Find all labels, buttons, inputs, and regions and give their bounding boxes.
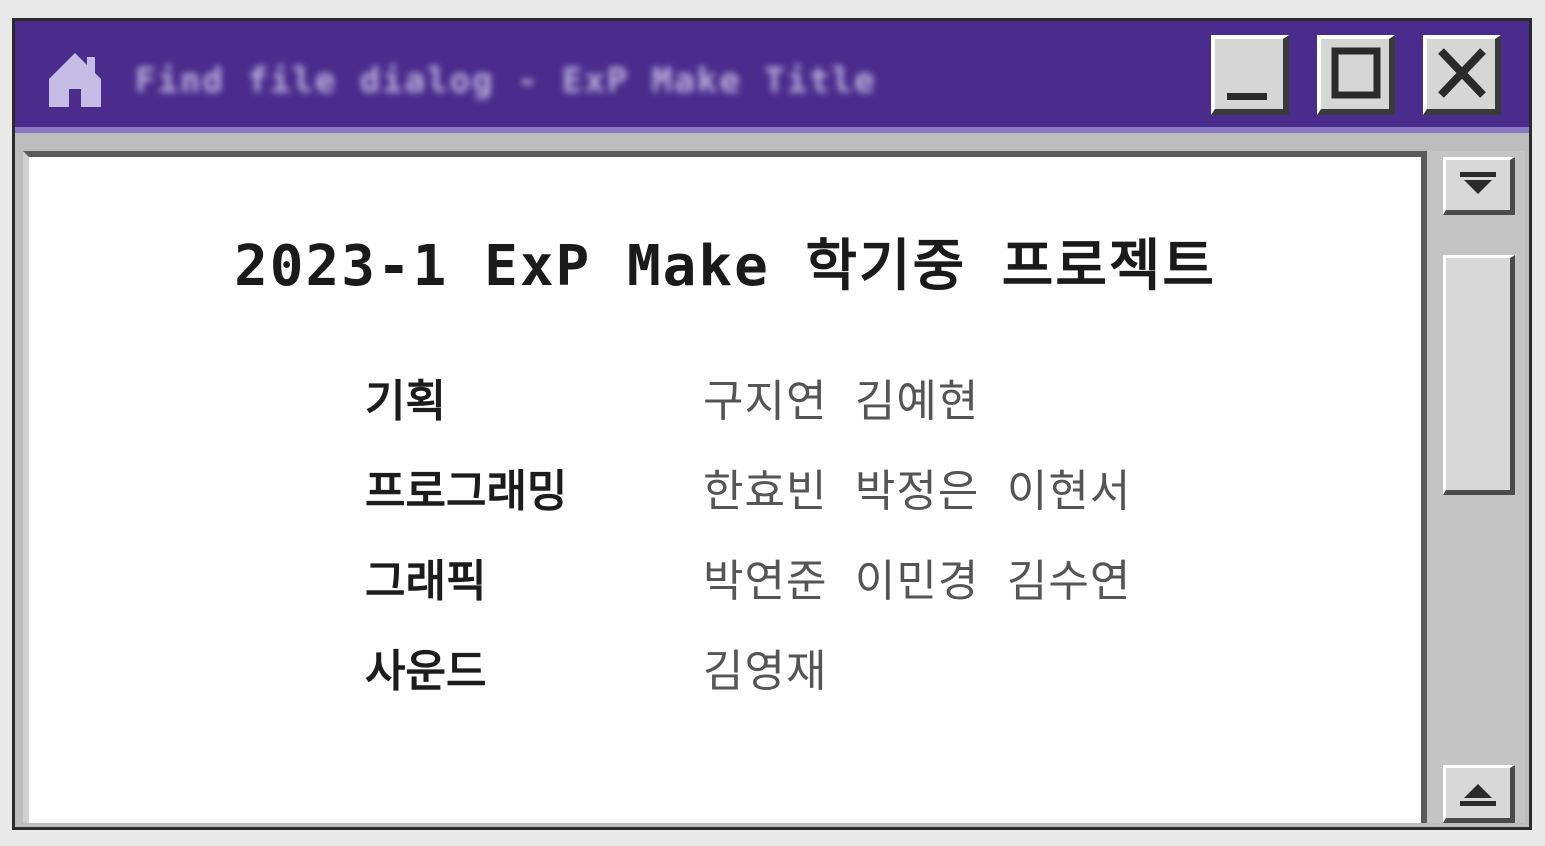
window-title: Find file dialog - ExP Make Title <box>135 61 877 101</box>
scroll-down-arrow-icon <box>1460 172 1496 194</box>
content-area: 2023-1 ExP Make 학기중 프로젝트 기획 구지연 김예현 프로그래… <box>23 151 1421 823</box>
scroll-thumb[interactable] <box>1443 255 1515 495</box>
scroll-up-button[interactable] <box>1443 765 1515 823</box>
credit-role: 기획 <box>365 376 446 427</box>
page-title: 2023-1 ExP Make 학기중 프로젝트 <box>234 234 1216 299</box>
minimize-button[interactable] <box>1211 35 1289 115</box>
credit-role: 사운드 <box>365 646 487 697</box>
scroll-down-button[interactable] <box>1443 157 1515 215</box>
credit-role: 프로그래밍 <box>365 466 568 517</box>
credit-names: 한효빈 박정은 이현서 <box>703 466 1132 517</box>
maximize-icon <box>1331 47 1381 99</box>
home-icon[interactable] <box>43 49 107 111</box>
credit-names: 박연준 이민경 김수연 <box>703 556 1132 607</box>
credit-names: 김영재 <box>703 646 828 697</box>
minimize-icon <box>1227 93 1267 100</box>
title-bar[interactable]: Find file dialog - ExP Make Title <box>15 21 1529 133</box>
close-button[interactable] <box>1423 35 1501 115</box>
credit-role: 그래픽 <box>365 556 487 607</box>
vertical-scrollbar[interactable] <box>1421 151 1525 823</box>
app-window: Find file dialog - ExP Make Title 2023-1… <box>12 18 1532 830</box>
scroll-up-arrow-icon <box>1460 784 1496 806</box>
credit-names: 구지연 김예현 <box>703 376 980 427</box>
maximize-button[interactable] <box>1317 35 1395 115</box>
close-icon <box>1438 48 1486 98</box>
